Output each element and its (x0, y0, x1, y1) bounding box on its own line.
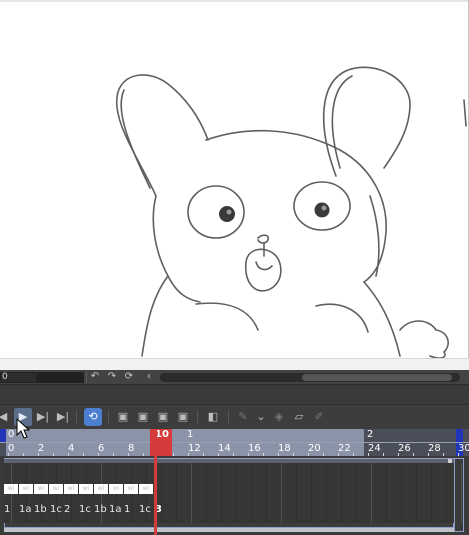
frame-gridline (326, 463, 327, 523)
cel-label: 1b (94, 504, 107, 515)
frame-gridline (371, 463, 372, 523)
new-cel-before-icon[interactable]: ▣ (134, 408, 152, 426)
frame-gridline (251, 463, 252, 523)
cel-label: 1c (139, 504, 151, 515)
ruler-frame-label: 18 (278, 443, 291, 454)
timeline-toolbar: ◀ ▶ ▶| ▶| ⟲ ▣ ▣ ▣ ▣ ◧ ✎ ⌄ ◈ ▱ ✐ (0, 405, 469, 429)
frame-gridline (191, 463, 192, 523)
toolbar-divider (108, 411, 109, 423)
rotate-right-icon[interactable]: ↷ (106, 371, 118, 383)
frame-gridline (236, 463, 237, 523)
track-corner (454, 458, 464, 532)
cel-label: 1b (34, 504, 47, 515)
frame-gridline (431, 463, 432, 523)
scrollbar-thumb[interactable] (302, 374, 452, 381)
cel-mark[interactable]: wi (34, 484, 48, 494)
toolbar-divider (228, 411, 229, 423)
timeline-panel: 0 ↶ ↷ ⟳ ‹ ◀ ▶ ▶| ▶| ⟲ ▣ ▣ ▣ ▣ ◧ ✎ ⌄ ◈ ▱ … (0, 370, 469, 535)
frame-gridline (176, 463, 177, 523)
frame-gridline (266, 463, 267, 523)
cel-label: 1a (19, 504, 32, 515)
sketch-artwork (115, 66, 467, 358)
toolbar-divider (197, 411, 198, 423)
camera-icon[interactable]: ▱ (290, 408, 308, 426)
canvas-statusbar: 0 ↶ ↷ ⟳ ‹ (0, 370, 469, 385)
reset-rotation-icon[interactable]: ⟳ (123, 371, 135, 383)
frame-gridline (356, 463, 357, 523)
mouse-cursor-icon (16, 418, 30, 439)
ruler-second-label: 0 (8, 429, 15, 440)
cel-mark[interactable]: wi (79, 484, 93, 494)
ruler-frame-label: 12 (188, 443, 201, 454)
cel-label: 1c (79, 504, 91, 515)
frame-gridline (206, 463, 207, 523)
frame-gridline (296, 463, 297, 523)
canvas-bottom-gap (0, 358, 469, 370)
frame-gridline (311, 463, 312, 523)
frame-gridline (221, 463, 222, 523)
cel-label: 1a (109, 504, 122, 515)
cel-mark[interactable]: wi (64, 484, 78, 494)
next-frame-icon[interactable]: ▶| (34, 408, 52, 426)
ruler-frame-label: 26 (398, 443, 411, 454)
zoom-slider[interactable] (36, 372, 84, 383)
assign-cel-icon[interactable]: ✎ (234, 408, 252, 426)
dropdown-icon[interactable]: ⌄ (252, 408, 270, 426)
last-frame-icon[interactable]: ▶| (54, 408, 72, 426)
cel-mark[interactable]: wi (109, 484, 123, 494)
range-start-marker[interactable] (0, 429, 6, 443)
frame-gridline (341, 463, 342, 523)
rotate-left-icon[interactable]: ↶ (89, 371, 101, 383)
ruler-frame-label: 16 (248, 443, 261, 454)
first-frame-icon[interactable]: ◀ (0, 408, 12, 426)
frame-gridline (386, 463, 387, 523)
track-bottom-bar (4, 528, 454, 532)
cel-mark[interactable]: wi (124, 484, 138, 494)
ruler-frame-label: 28 (428, 443, 441, 454)
frame-gridline (281, 463, 282, 523)
ruler-second-label: 1 (187, 429, 194, 440)
ruler-frame-label: 22 (338, 443, 351, 454)
statusbar-divider (86, 372, 87, 383)
playhead[interactable] (154, 429, 157, 535)
toolbar-divider (76, 411, 77, 423)
cel-label: 2 (64, 504, 71, 515)
cel-settings-icon[interactable]: ◈ (270, 408, 288, 426)
ruler-second-label: 2 (367, 429, 374, 440)
ruler-frame-label: 30 (458, 443, 469, 454)
collapse-left-icon[interactable]: ‹ (143, 371, 155, 383)
cel-mark[interactable]: wi (139, 484, 153, 494)
cel-label: 1 (4, 504, 11, 515)
current-frame-label: 10 (155, 429, 169, 440)
new-animation-cel-icon[interactable]: ▣ (114, 408, 132, 426)
timeline[interactable]: 0 1 2 024681012141618202224262830 wiwiwi… (0, 429, 469, 535)
frame-gridline (416, 463, 417, 523)
edit-cel-icon[interactable]: ✐ (310, 408, 328, 426)
loop-icon[interactable]: ⟲ (84, 408, 102, 426)
onion-skin-icon[interactable]: ◧ (204, 408, 222, 426)
cel-mark[interactable]: wi (49, 484, 63, 494)
track-area[interactable]: wi wi wi wi wi wi wi wi wi wi 1 1a 1b 1c 2 1c 1b 1a 1 1c 3 (0, 456, 469, 535)
frame-gridline (401, 463, 402, 523)
ruler-frame-label: 14 (218, 443, 231, 454)
frame-gridline (446, 463, 447, 523)
cel-mark[interactable]: wi (94, 484, 108, 494)
timeline-header (0, 385, 469, 405)
ruler-frame-label: 24 (368, 443, 381, 454)
cel-mark[interactable]: wi (19, 484, 33, 494)
horizontal-scrollbar[interactable] (160, 373, 460, 382)
ruler-frame-label: 20 (308, 443, 321, 454)
drawing-canvas[interactable] (0, 0, 469, 358)
app-window: 0 ↶ ↷ ⟳ ‹ ◀ ▶ ▶| ▶| ⟲ ▣ ▣ ▣ ▣ ◧ ✎ ⌄ ◈ ▱ … (0, 0, 469, 535)
new-cel-after-icon[interactable]: ▣ (154, 408, 172, 426)
timeline-ruler[interactable]: 0 1 2 024681012141618202224262830 (0, 429, 469, 456)
cel-mark[interactable]: wi (4, 484, 18, 494)
cel-label: 1 (124, 504, 131, 515)
cel-label: 1c (50, 504, 62, 515)
delete-cel-icon[interactable]: ▣ (174, 408, 192, 426)
